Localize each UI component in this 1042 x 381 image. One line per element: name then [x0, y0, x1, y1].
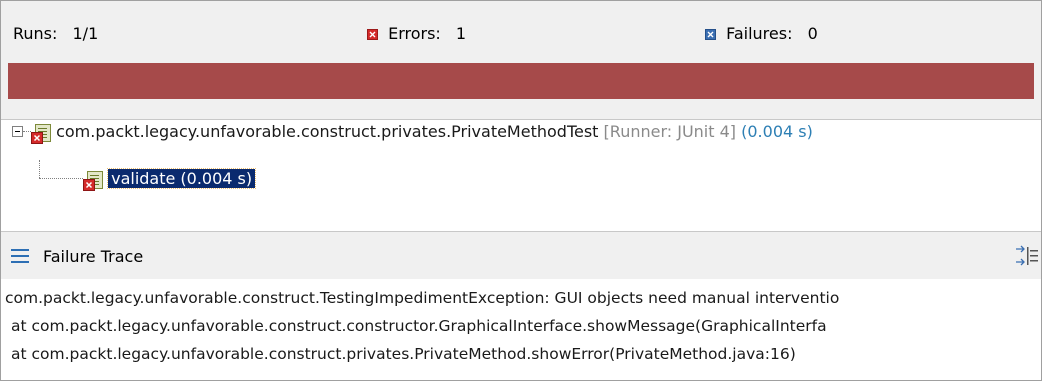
tree-connector — [39, 160, 40, 178]
test-label-selected[interactable]: validate (0.004 s) — [107, 168, 257, 189]
failure-trace-text[interactable]: com.packt.legacy.unfavorable.construct.T… — [1, 279, 1041, 380]
separator — [1, 99, 1041, 119]
suite-runner: [Runner: JUnit 4] — [603, 122, 737, 141]
trace-line[interactable]: at com.packt.legacy.unfavorable.construc… — [11, 341, 796, 367]
tree-connector — [23, 131, 31, 132]
stack-trace-icon — [11, 249, 29, 263]
test-tree: com.packt.legacy.unfavorable.construct.p… — [1, 119, 1041, 232]
error-icon — [367, 29, 378, 40]
test-suite-error-icon — [31, 123, 51, 144]
trace-line[interactable]: com.packt.legacy.unfavorable.construct.T… — [5, 285, 839, 311]
test-summary-bar: Runs: 1/1 Errors: 1 Failures: 0 — [1, 1, 1041, 63]
failures-label: Failures: — [726, 24, 793, 43]
trace-line[interactable]: at com.packt.legacy.unfavorable.construc… — [11, 313, 827, 339]
failure-icon — [705, 29, 716, 40]
tree-connector — [39, 178, 83, 179]
failure-trace-title: Failure Trace — [43, 247, 144, 266]
failure-trace-header: Failure Trace — [1, 231, 1041, 280]
failures-value: 0 — [807, 24, 818, 43]
filter-stack-trace-icon[interactable] — [1014, 245, 1040, 267]
runs-value: 1/1 — [72, 24, 99, 43]
test-error-icon — [83, 170, 103, 191]
junit-view: Runs: 1/1 Errors: 1 Failures: 0 com.pack… — [0, 0, 1042, 381]
errors-label: Errors: — [388, 24, 441, 43]
suite-time: (0.004 s) — [741, 122, 813, 141]
collapse-toggle[interactable] — [12, 126, 23, 137]
runs-label: Runs: — [13, 24, 58, 43]
runs-counter: Runs: 1/1 — [13, 23, 98, 45]
progress-fill — [8, 63, 1034, 99]
tree-item-suite[interactable]: com.packt.legacy.unfavorable.construct.p… — [31, 120, 813, 144]
suite-name: com.packt.legacy.unfavorable.construct.p… — [56, 122, 599, 141]
test-progress-bar — [8, 63, 1034, 99]
failures-counter: Failures: 0 — [705, 23, 818, 45]
tree-item-test[interactable]: validate (0.004 s) — [83, 167, 257, 191]
errors-value: 1 — [455, 24, 467, 43]
errors-counter: Errors: 1 — [367, 23, 466, 45]
